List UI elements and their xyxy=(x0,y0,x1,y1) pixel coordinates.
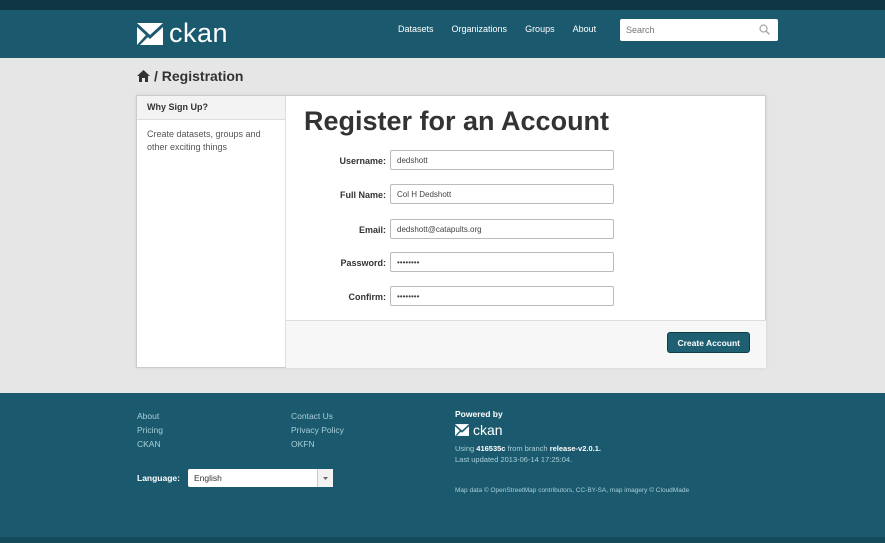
footer-link-contact[interactable]: Contact Us xyxy=(291,409,344,423)
username-label: Username: xyxy=(339,156,386,166)
version-info: Using 416535c from branch release-v2.0.1… xyxy=(455,443,689,465)
footer-link-privacy[interactable]: Privacy Policy xyxy=(291,423,344,437)
registration-panel: Why Sign Up? Create datasets, groups and… xyxy=(136,95,766,368)
footer-ckan-logo[interactable]: ckan xyxy=(455,422,689,438)
nav-about[interactable]: About xyxy=(573,24,597,34)
email-label: Email: xyxy=(358,225,386,235)
commit-hash[interactable]: 416535c xyxy=(476,444,505,453)
why-sign-up-sidebar: Why Sign Up? Create datasets, groups and… xyxy=(137,96,286,367)
registration-form: Register for an Account Username: Full N… xyxy=(286,96,766,368)
fullname-row: Full Name: xyxy=(286,184,766,206)
password-input[interactable] xyxy=(390,252,614,272)
footer-link-pricing[interactable]: Pricing xyxy=(137,423,163,437)
confirm-password-input[interactable] xyxy=(390,286,614,306)
branch-name: release-v2.0.1. xyxy=(549,444,601,453)
footer-brand-name: ckan xyxy=(473,422,503,438)
brand-name: ckan xyxy=(169,18,229,48)
email-row: Email: xyxy=(286,219,766,241)
chevron-down-icon xyxy=(322,477,328,480)
home-icon[interactable] xyxy=(137,70,150,82)
language-label: Language: xyxy=(137,473,180,483)
search-icon[interactable] xyxy=(759,24,770,35)
sidebar-text: Create datasets, groups and other exciti… xyxy=(147,129,261,152)
footer-link-ckan[interactable]: CKAN xyxy=(137,437,163,451)
map-credit: Map data © OpenStreetMap contributors, C… xyxy=(455,487,690,494)
powered-by-section: Powered by ckan Using 416535c from branc… xyxy=(455,409,689,494)
fullname-label: Full Name: xyxy=(339,190,386,200)
language-select[interactable]: English xyxy=(187,469,333,487)
ckan-logo-icon xyxy=(137,22,163,45)
nav-datasets[interactable]: Datasets xyxy=(398,24,434,34)
footer-link-about[interactable]: About xyxy=(137,409,163,423)
sidebar-title: Why Sign Up? xyxy=(137,96,285,120)
using-prefix: Using xyxy=(455,444,475,453)
powered-by-label: Powered by xyxy=(455,409,503,419)
create-account-button[interactable]: Create Account xyxy=(667,332,750,353)
site-footer: About Pricing CKAN Contact Us Privacy Po… xyxy=(0,393,885,543)
dropdown-arrow[interactable] xyxy=(316,469,333,487)
search-input[interactable] xyxy=(620,19,754,41)
footer-link-okfn[interactable]: OKFN xyxy=(291,437,344,451)
breadcrumb: / Registration xyxy=(137,68,243,84)
site-header: ckan Datasets Organizations Groups About xyxy=(0,0,885,58)
confirm-row: Confirm: xyxy=(286,286,766,308)
breadcrumb-current: / Registration xyxy=(154,68,244,84)
password-label: Password: xyxy=(340,258,386,268)
nav-organizations[interactable]: Organizations xyxy=(452,24,508,34)
search-box xyxy=(620,19,778,41)
main-nav: Datasets Organizations Groups About xyxy=(398,24,614,34)
nav-groups[interactable]: Groups xyxy=(525,24,555,34)
footer-links-col-1: About Pricing CKAN xyxy=(137,409,163,451)
page-title: Register for an Account xyxy=(304,106,610,136)
confirm-label: Confirm: xyxy=(348,292,387,302)
username-row: Username: xyxy=(286,150,766,172)
ckan-logo-icon xyxy=(455,424,469,436)
branch-text: from branch xyxy=(507,444,548,453)
username-input[interactable] xyxy=(390,150,614,170)
email-input[interactable] xyxy=(390,219,614,239)
language-selected-value: English xyxy=(193,473,222,483)
last-updated: Last updated 2013-06-14 17:25:04. xyxy=(455,455,573,464)
footer-links-col-2: Contact Us Privacy Policy OKFN xyxy=(291,409,344,451)
password-row: Password: xyxy=(286,252,766,274)
form-actions: Create Account xyxy=(286,320,766,368)
language-selector: Language: English xyxy=(137,469,333,487)
fullname-input[interactable] xyxy=(390,184,614,204)
ckan-logo-link[interactable]: ckan xyxy=(137,18,228,49)
